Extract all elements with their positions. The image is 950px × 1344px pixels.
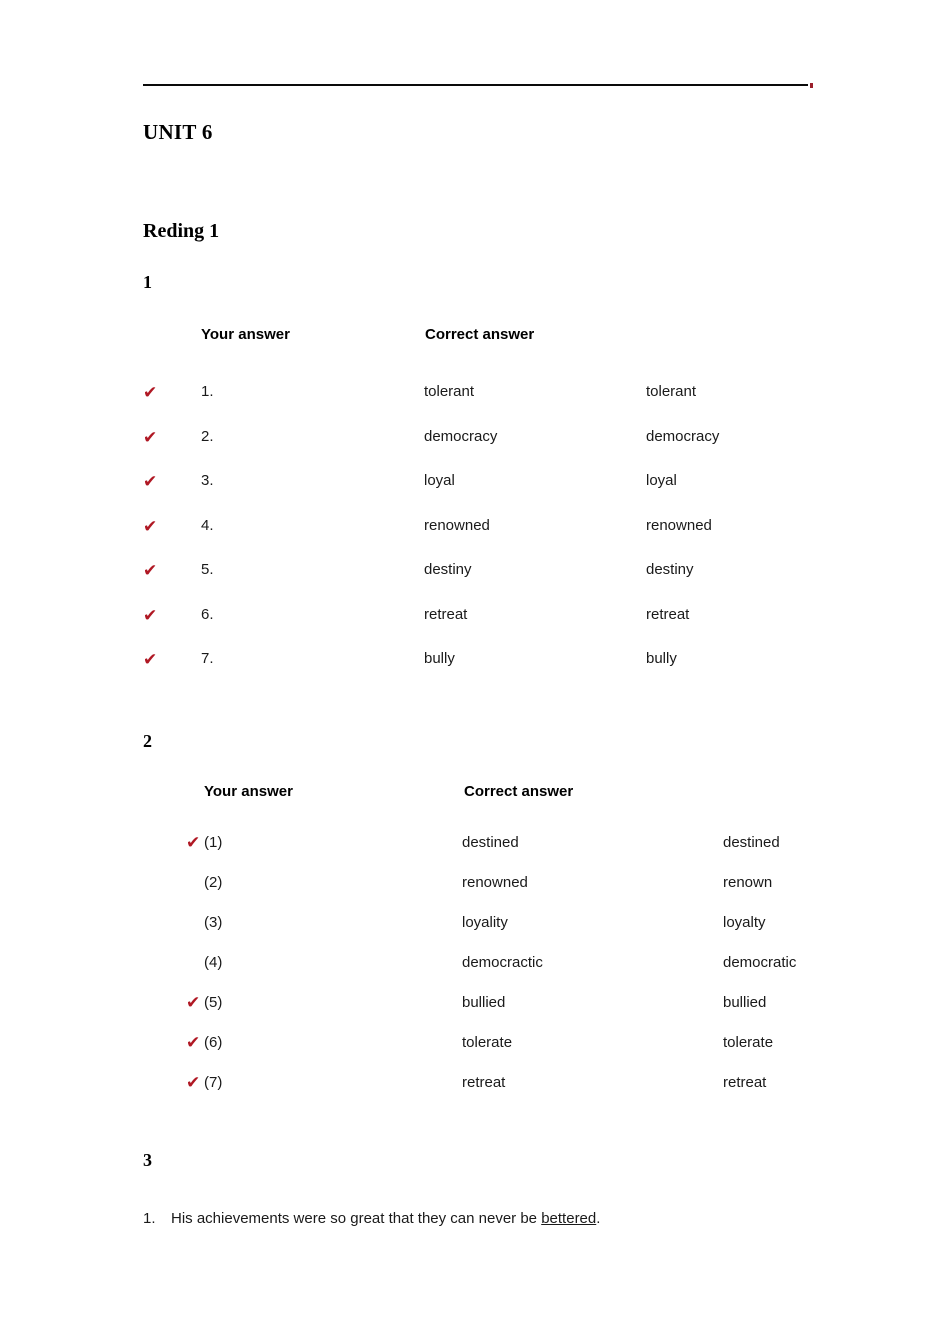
row-index-label: 7. <box>201 650 214 667</box>
column-header-your-answer: Your answer <box>204 783 293 800</box>
sentence-text-before: His achievements were so great that they… <box>171 1210 542 1227</box>
correct-check-icon: ✔ <box>186 1033 201 1053</box>
header-rule <box>143 83 813 88</box>
correct-check-icon: ✔ <box>143 605 158 626</box>
table-body: ✔ 1. tolerant tolerant ✔ 2. democracy democracy… <box>0 383 950 695</box>
correct-answer-value: renowned <box>646 516 712 534</box>
your-answer-value: renowned <box>462 874 528 891</box>
table-row: (3) loyality loyalty <box>0 914 950 954</box>
exercise-3-sentence-list: 1. His achievements were so great that th… <box>143 1208 883 1230</box>
table-row: ✔ 3. loyal loyal <box>0 472 950 517</box>
exercise-1-answer-table: Your answer Correct answer ✔ 1. tolerant to… <box>0 326 950 695</box>
your-answer-value: bullied <box>462 994 506 1011</box>
exercise-3-number: 3 <box>143 1150 152 1170</box>
list-item-marker: 1. <box>143 1210 156 1227</box>
correct-answer-value: loyal <box>646 472 677 489</box>
table-row: ✔ 7. bully bully <box>0 650 950 695</box>
table-row: ✔ 1. tolerant tolerant <box>0 383 950 428</box>
row-index-label: 5. <box>201 561 214 578</box>
your-answer-value: renowned <box>424 516 490 534</box>
correct-answer-value: retreat <box>646 605 690 623</box>
correct-check-icon: ✔ <box>143 472 158 492</box>
correct-check-icon: ✔ <box>186 1073 201 1093</box>
correct-check-icon: ✔ <box>186 993 201 1013</box>
your-answer-value: democracy <box>424 427 498 445</box>
table-row: ✔ 4. renowned renowned <box>0 517 950 562</box>
correct-answer-value: bully <box>646 650 677 667</box>
table-row: ✔ 6. retreat retreat <box>0 606 950 651</box>
sentence-answer-word: bettered <box>541 1210 597 1227</box>
correct-answer-value: renown <box>723 874 773 891</box>
row-index-label: (3) <box>204 914 223 931</box>
table-row: (4) democractic democratic <box>0 954 950 994</box>
column-header-your-answer: Your answer <box>201 326 290 343</box>
unit-title: UNIT 6 <box>143 120 213 144</box>
correct-answer-value: democracy <box>646 427 720 445</box>
your-answer-value: tolerant <box>424 383 475 400</box>
exercise-2-number: 2 <box>143 731 152 751</box>
header-rule-line <box>143 84 808 86</box>
row-index-label: 1. <box>201 383 214 400</box>
your-answer-value: loyal <box>424 472 455 489</box>
column-header-correct-answer: Correct answer <box>464 783 574 800</box>
table-header-row: Your answer Correct answer <box>0 326 950 352</box>
table-row: ✔ 2. democracy democracy <box>0 428 950 473</box>
correct-check-icon: ✔ <box>143 516 158 537</box>
exercise-2-answer-table: Your answer Correct answer ✔ (1) destined d… <box>0 783 950 1114</box>
row-index-label: (2) <box>204 874 223 891</box>
your-answer-value: democractic <box>462 954 543 971</box>
correct-answer-value: bullied <box>723 994 767 1011</box>
row-index-label: (6) <box>204 1034 223 1051</box>
exercise-1-number: 1 <box>143 272 152 292</box>
row-index-label: 2. <box>201 427 214 445</box>
table-row: ✔ 5. destiny destiny <box>0 561 950 606</box>
row-index-label: (1) <box>204 834 223 851</box>
header-rule-accent-mark <box>810 83 813 88</box>
your-answer-value: loyality <box>462 914 508 931</box>
document-page: UNIT 6 Reding 1 1 Your answer Correct an… <box>0 0 950 1344</box>
column-header-correct-answer: Correct answer <box>425 326 535 343</box>
correct-check-icon: ✔ <box>143 383 158 403</box>
correct-check-icon: ✔ <box>186 833 201 853</box>
correct-answer-value: loyalty <box>723 914 766 931</box>
row-index-label: 6. <box>201 605 214 623</box>
correct-check-icon: ✔ <box>143 650 158 670</box>
your-answer-value: destined <box>462 834 519 851</box>
row-index-label: (4) <box>204 954 223 971</box>
correct-answer-value: destiny <box>646 561 694 578</box>
correct-check-icon: ✔ <box>143 427 158 448</box>
your-answer-value: bully <box>424 650 455 667</box>
correct-answer-value: democratic <box>723 954 797 971</box>
correct-check-icon: ✔ <box>143 561 158 581</box>
your-answer-value: retreat <box>424 605 468 623</box>
correct-answer-value: tolerate <box>723 1034 774 1051</box>
row-index-label: (7) <box>204 1074 223 1091</box>
table-row: ✔ (5) bullied bullied <box>0 994 950 1034</box>
row-index-label: 4. <box>201 516 214 534</box>
table-row: ✔ (6) tolerate tolerate <box>0 1034 950 1074</box>
sentence-text-after: . <box>596 1210 601 1227</box>
row-index-label: (5) <box>204 994 223 1011</box>
table-row: (2) renowned renown <box>0 874 950 914</box>
row-index-label: 3. <box>201 472 214 489</box>
table-row: ✔ (1) destined destined <box>0 834 950 874</box>
correct-answer-value: destined <box>723 834 780 851</box>
table-body: ✔ (1) destined destined (2) renowned renown (3)… <box>0 834 950 1114</box>
correct-answer-value: tolerant <box>646 383 697 400</box>
section-title: Reding 1 <box>143 220 220 242</box>
your-answer-value: retreat <box>462 1074 506 1091</box>
list-item: 1. His achievements were so great that th… <box>143 1208 883 1230</box>
correct-answer-value: retreat <box>723 1074 767 1091</box>
table-header-row: Your answer Correct answer <box>0 783 950 809</box>
your-answer-value: tolerate <box>462 1034 513 1051</box>
table-row: ✔ (7) retreat retreat <box>0 1074 950 1114</box>
your-answer-value: destiny <box>424 561 472 578</box>
